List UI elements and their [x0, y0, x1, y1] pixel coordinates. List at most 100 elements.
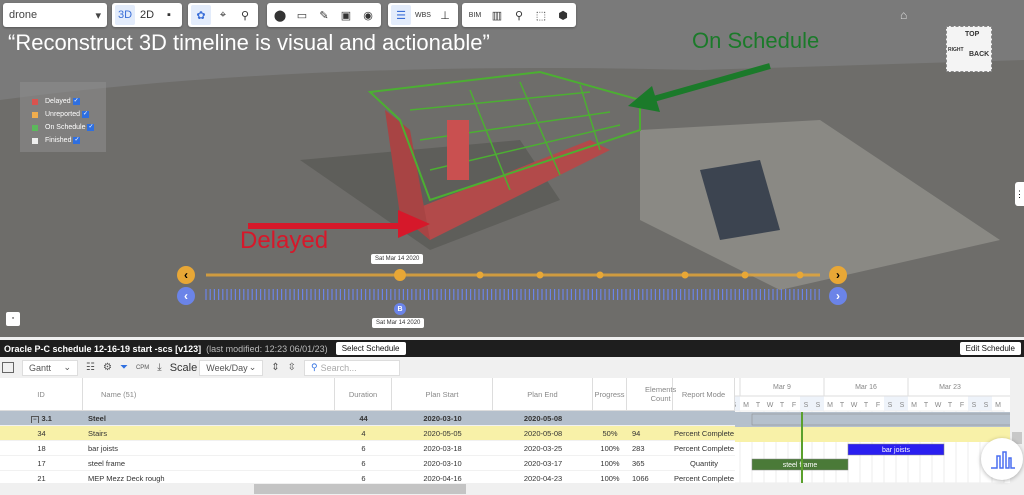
building-info-icon[interactable]: ▥: [487, 5, 507, 25]
column-header[interactable]: Duration: [335, 378, 392, 410]
download-icon[interactable]: ⤓: [157, 362, 161, 373]
checkbox-checked-icon[interactable]: ✓: [72, 98, 80, 105]
pen-icon[interactable]: ✎: [314, 5, 334, 25]
table-cell: 100%: [600, 458, 620, 468]
edit-schedule-button[interactable]: Edit Schedule: [959, 342, 1021, 355]
timeline-milestone[interactable]: [681, 271, 689, 279]
table-cell: 6: [361, 443, 366, 453]
table-row[interactable]: 17 steel frame 6 2020-03-10 2020-03-17 100% 36…: [0, 456, 735, 471]
search-icon[interactable]: ⚲: [509, 5, 529, 25]
gantt-bar[interactable]: [751, 413, 1010, 426]
checkbox-checked-icon[interactable]: ✓: [87, 124, 95, 131]
column-header[interactable]: ID: [0, 378, 83, 410]
model-select[interactable]: drone ▾: [3, 3, 107, 27]
schedule-title: Oracle P-C schedule 12-16-19 start -scs …: [4, 343, 202, 354]
3d-viewer[interactable]: drone ▾ 3D 2D ▪ ✿ ⌖ ⚲ ⬤ ▭ ✎ ▣ ◉ ☰ WBS ⊥ B…: [0, 0, 1024, 337]
baseline-marker[interactable]: B: [394, 303, 406, 315]
legend-swatch: [32, 111, 38, 118]
cpm-icon[interactable]: CPM: [136, 365, 149, 371]
column-header[interactable]: Plan End: [493, 378, 593, 410]
crosshair-icon[interactable]: ⌖: [213, 5, 233, 25]
timeline-date-tooltip: Sat Mar 14 2020: [371, 254, 424, 264]
orbit-icon[interactable]: ✿: [191, 5, 211, 25]
scale-label: Scale: [169, 361, 198, 374]
highlight-row-band: [735, 427, 1010, 442]
day-label: F: [792, 402, 796, 409]
schedule-tree-icon[interactable]: ☰: [391, 5, 411, 25]
timeline-prev-button[interactable]: ‹: [177, 266, 195, 284]
table-cell: 2020-04-23: [523, 473, 563, 483]
collapse-icon[interactable]: −: [31, 415, 39, 423]
filter-icon[interactable]: ⏷: [120, 362, 128, 373]
table-cell: 2020-05-08: [523, 428, 563, 438]
more-options-icon[interactable]: ⋮: [1015, 182, 1024, 206]
gantt-bar-label: steel frame: [783, 462, 818, 469]
eye-icon[interactable]: ◉: [358, 5, 378, 25]
timeline-milestone[interactable]: [596, 271, 604, 279]
timeline-milestone[interactable]: [536, 271, 544, 279]
table-row[interactable]: 21 MEP Mezz Deck rough 6 2020-04-16 2020-04-…: [0, 471, 735, 483]
last-modified: (last modified: 12:23 06/01/23): [206, 343, 328, 354]
measure-icon[interactable]: ▭: [292, 5, 312, 25]
timeline-next-button[interactable]: ›: [829, 266, 847, 284]
image-icon[interactable]: ▪: [159, 5, 179, 25]
navigation-cube[interactable]: TOP RIGHT BACK: [946, 26, 992, 72]
home-icon[interactable]: ⌂: [900, 8, 907, 22]
checkbox-checked-icon[interactable]: ✓: [82, 111, 90, 118]
day-prev-button[interactable]: ‹: [177, 287, 195, 305]
collapse-all-icon[interactable]: ⇳: [288, 362, 296, 373]
location-pin-icon[interactable]: ⬤: [270, 5, 290, 25]
gear-icon[interactable]: ⚙: [103, 362, 112, 373]
timeline-milestone[interactable]: [741, 271, 749, 279]
table-row[interactable]: 18 bar joists 6 2020-03-18 2020-03-25 100% 283…: [0, 441, 735, 456]
table-cell: 2020-03-25: [523, 443, 563, 453]
view-select[interactable]: Gantt ⌄: [22, 359, 78, 376]
expand-all-icon[interactable]: ⇕: [271, 362, 279, 373]
chart-view-button[interactable]: [981, 438, 1023, 480]
table-cell: 4: [361, 428, 366, 438]
column-header[interactable]: Plan Start: [392, 378, 493, 410]
horizontal-scrollbar[interactable]: [0, 483, 1024, 495]
timeline-milestone[interactable]: [394, 269, 406, 281]
view-2d-button[interactable]: 2D: [137, 5, 157, 25]
table-row[interactable]: 34 Stairs 4 2020-05-05 2020-05-08 50% 94 Percen…: [0, 426, 735, 441]
checkbox-checked-icon[interactable]: ✓: [73, 137, 81, 144]
walk-icon[interactable]: ⚲: [235, 5, 255, 25]
legend-swatch: [32, 98, 38, 105]
select-area-icon[interactable]: ⬚: [531, 5, 551, 25]
cube-icon[interactable]: ⬢: [553, 5, 573, 25]
search-input[interactable]: ⚲ Search...: [304, 359, 401, 376]
day-label: M: [995, 402, 1001, 409]
schedule-toolbar: Gantt ⌄ ☷ ⚙ ⏷ CPM ⤓ Scale Week/Day ⌄ ⇕ ⇳ ⚲…: [0, 357, 1024, 378]
timeline-milestone[interactable]: [796, 271, 804, 279]
column-header[interactable]: Elements Count: [627, 378, 676, 410]
view-3d-button[interactable]: 3D: [115, 5, 135, 25]
legend-item: Unreported ✓: [32, 108, 106, 121]
table-cell: 100%: [600, 473, 620, 483]
timeline-milestone[interactable]: [476, 271, 484, 279]
wbs-button[interactable]: WBS: [413, 5, 433, 25]
table-cell: 94: [632, 428, 641, 438]
list-icon[interactable]: ☷: [86, 362, 95, 373]
table-row[interactable]: −3.1 Steel 44 2020-03-10 2020-05-08: [0, 411, 735, 426]
bim-button[interactable]: BIM: [465, 5, 485, 25]
panel-toggle-icon[interactable]: [2, 362, 14, 373]
column-header[interactable]: Report Mode: [673, 378, 735, 410]
day-label: T: [924, 402, 929, 409]
table-header: ID Name (51) Duration Plan Start Plan End Pro…: [0, 378, 735, 411]
day-label: T: [864, 402, 869, 409]
chevron-down-icon: ⌄: [63, 362, 71, 372]
table-cell: 2020-05-08: [523, 413, 563, 423]
hierarchy-icon[interactable]: ⊥: [435, 5, 455, 25]
scale-select[interactable]: Week/Day ⌄: [199, 359, 264, 376]
snapshot-icon[interactable]: ▣: [336, 5, 356, 25]
table-cell: 2020-05-05: [423, 428, 462, 438]
select-schedule-button[interactable]: Select Schedule: [335, 342, 406, 355]
column-header[interactable]: Name (51): [83, 378, 335, 410]
table-cell: bar joists: [88, 443, 119, 453]
day-next-button[interactable]: ›: [829, 287, 847, 305]
panel-toggle-icon[interactable]: ▫: [6, 312, 20, 326]
table-cell: 2020-03-10: [423, 413, 462, 423]
on-schedule-annotation: On Schedule: [692, 28, 820, 53]
column-header[interactable]: Progress: [593, 378, 627, 410]
